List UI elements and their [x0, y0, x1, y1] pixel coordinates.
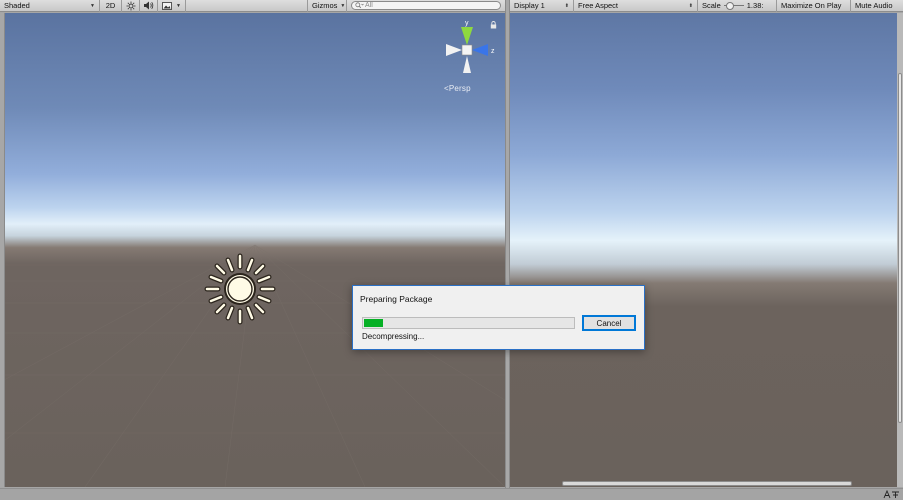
progress-bar-fill	[364, 319, 384, 327]
scale-slider-knob[interactable]	[725, 1, 734, 10]
game-toolbar: Display 1 ⬍ Free Aspect ⬍ Scale 1.38: Ma…	[510, 0, 903, 12]
scale-label: Scale	[702, 1, 721, 10]
gizmo-center-cube[interactable]	[461, 44, 473, 56]
mute-audio-toggle[interactable]: Mute Audio	[851, 0, 903, 12]
chevron-updown-icon: ⬍	[564, 2, 569, 9]
ground-grid	[5, 244, 505, 487]
scene-toolbar: Shaded ▼ 2D ▼ Gizmos ▼	[0, 0, 505, 12]
cancel-button[interactable]: Cancel	[582, 315, 636, 331]
projection-label: Persp	[448, 84, 471, 93]
gizmo-x-axis[interactable]	[446, 44, 462, 56]
preparing-package-dialog: Preparing Package Cancel Decompressing..…	[352, 285, 645, 350]
aspect-dropdown[interactable]: Free Aspect ⬍	[574, 0, 698, 12]
effects-dropdown[interactable]: ▼	[158, 0, 186, 12]
chevron-down-icon: ▼	[176, 2, 181, 9]
gizmo-z-axis[interactable]	[472, 44, 488, 56]
gizmos-label: Gizmos	[312, 1, 338, 10]
sun-light-icon[interactable]	[204, 253, 276, 325]
status-bar	[0, 488, 903, 500]
lock-icon[interactable]	[490, 21, 497, 29]
game-vertical-scrollbar[interactable]	[897, 13, 903, 487]
audio-toggle-button[interactable]	[140, 0, 158, 12]
display-label: Display 1	[514, 1, 545, 10]
scale-slider[interactable]	[723, 1, 744, 10]
chevron-updown-icon: ⬍	[688, 2, 693, 9]
gizmo-y-label: y	[465, 20, 469, 27]
gizmo-y-axis[interactable]	[461, 27, 473, 45]
game-view[interactable]	[510, 13, 897, 487]
2d-toggle-label: 2D	[105, 1, 116, 10]
maximize-on-play-toggle[interactable]: Maximize On Play	[777, 0, 851, 12]
progress-bar	[362, 317, 575, 329]
game-vertical-scroll-thumb[interactable]	[898, 73, 902, 423]
dialog-status-text: Decompressing...	[362, 332, 425, 341]
shading-mode-label: Shaded	[4, 1, 30, 10]
gizmo-z-label: z	[491, 48, 495, 55]
chevron-down-icon: ▼	[90, 2, 95, 9]
auto-generate-lighting-icon[interactable]	[882, 490, 900, 499]
gizmos-dropdown[interactable]: Gizmos ▼	[307, 0, 347, 12]
display-dropdown[interactable]: Display 1 ⬍	[510, 0, 574, 12]
search-icon	[355, 2, 364, 9]
mute-audio-label: Mute Audio	[855, 1, 893, 10]
aspect-label: Free Aspect	[578, 1, 619, 10]
audio-icon	[144, 1, 154, 10]
scene-view[interactable]	[5, 13, 505, 487]
game-horizontal-scrollbar[interactable]	[510, 480, 897, 487]
scale-value: 1.38:	[746, 1, 764, 10]
gizmo-neg-y-axis[interactable]	[463, 56, 471, 73]
dialog-title: Preparing Package	[360, 294, 433, 304]
shading-mode-dropdown[interactable]: Shaded ▼	[0, 0, 100, 12]
sun-toggle-icon	[126, 1, 135, 10]
search-input[interactable]	[365, 2, 485, 9]
scale-control: Scale 1.38:	[698, 0, 777, 12]
lighting-toggle-button[interactable]	[122, 0, 140, 12]
hierarchy-search-field[interactable]	[351, 1, 501, 10]
projection-toggle[interactable]: <Persp	[444, 84, 471, 93]
chevron-down-icon: ▼	[340, 2, 346, 9]
game-horizontal-scroll-thumb[interactable]	[562, 481, 852, 486]
maximize-on-play-label: Maximize On Play	[781, 1, 842, 10]
effects-icon	[162, 1, 172, 10]
2d-toggle-button[interactable]: 2D	[100, 0, 122, 12]
